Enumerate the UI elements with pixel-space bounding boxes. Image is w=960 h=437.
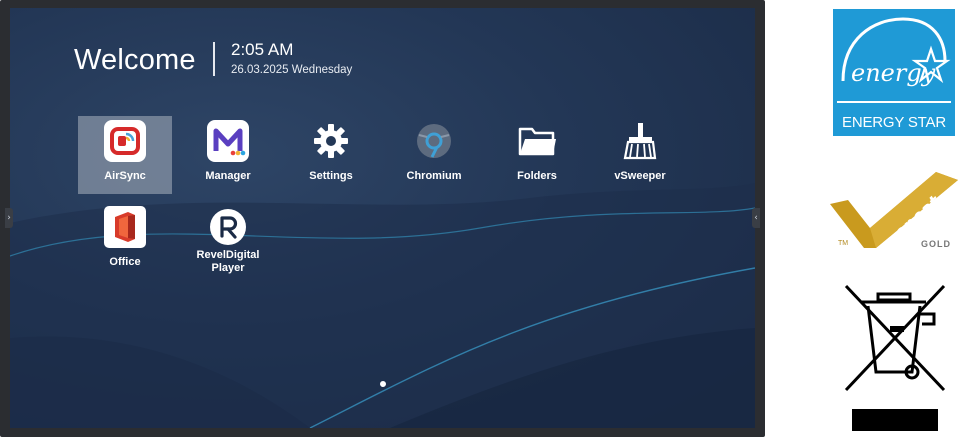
home-screen: Welcome 2:05 AM 26.03.2025 Wednesday Air…: [10, 8, 755, 428]
app-label: Manager: [205, 170, 251, 182]
folder-icon: [518, 127, 556, 156]
left-edge-handle[interactable]: ›: [5, 208, 13, 228]
app-folders[interactable]: Folders: [490, 116, 584, 194]
epeat-trademark: TM: [838, 240, 849, 247]
app-chromium[interactable]: Chromium: [387, 116, 481, 194]
manager-icon: [207, 120, 249, 162]
clock-date: 26.03.2025 Wednesday: [231, 64, 353, 76]
airsync-icon: [104, 120, 146, 162]
header-divider: [213, 42, 215, 76]
energy-star-emblem: energy: [837, 17, 951, 103]
app-office[interactable]: Office: [78, 202, 172, 280]
app-label: Office: [109, 256, 141, 268]
welcome-title: Welcome: [74, 44, 196, 76]
energy-star-logo: energy ENERGY STAR: [833, 9, 955, 136]
broom-icon: [623, 123, 657, 160]
app-label-line2: Player: [211, 262, 245, 274]
app-label: vSweeper: [614, 170, 666, 182]
chromium-icon: [417, 124, 451, 158]
app-label: Chromium: [406, 170, 462, 182]
app-airsync[interactable]: AirSync: [78, 116, 172, 194]
epeat-tier-label: GOLD: [921, 239, 951, 249]
reveldigital-icon: [210, 209, 246, 245]
weee-bin-icon: [844, 284, 946, 392]
app-vsweeper[interactable]: vSweeper: [593, 116, 687, 194]
clock-time: 2:05 AM: [231, 40, 294, 59]
app-manager[interactable]: Manager: [181, 116, 275, 194]
page-indicator-dot[interactable]: [380, 381, 386, 387]
office-icon: [104, 206, 146, 248]
app-label: AirSync: [104, 170, 146, 182]
app-label-line1: RevelDigital: [196, 249, 260, 261]
gear-icon: [314, 124, 348, 158]
energy-star-label: ENERGY STAR: [842, 114, 946, 131]
weee-bar: [852, 409, 938, 431]
app-label: Settings: [309, 170, 353, 182]
display-bezel: Welcome 2:05 AM 26.03.2025 Wednesday Air…: [0, 0, 765, 437]
app-settings[interactable]: Settings: [284, 116, 378, 194]
right-edge-handle[interactable]: ‹: [752, 208, 760, 228]
app-reveldigital-player[interactable]: RevelDigital Player: [181, 202, 275, 280]
app-label: Folders: [517, 170, 557, 182]
